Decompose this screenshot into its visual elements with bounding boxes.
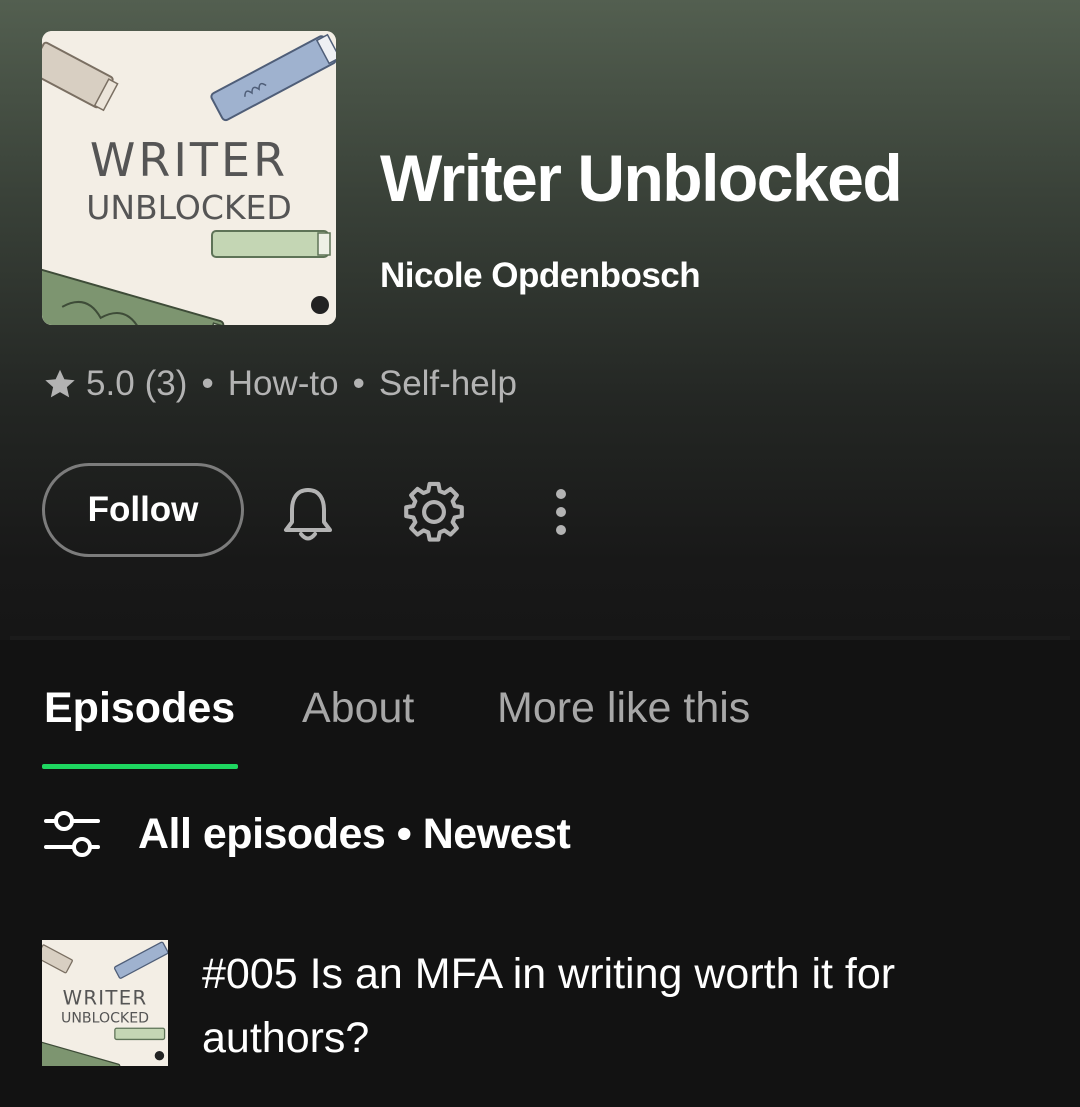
cover-subtitle-text: UNBLOCKED	[86, 188, 292, 227]
cover-title-text: WRITER	[90, 133, 288, 187]
meta-separator: •	[352, 364, 365, 403]
rating-value[interactable]: 5.0	[86, 364, 135, 404]
episode-row[interactable]: WRITER UNBLOCKED #005 Is an MFA in writi…	[42, 940, 1042, 1070]
more-vertical-icon[interactable]	[530, 476, 592, 548]
sliders-icon[interactable]	[42, 807, 102, 861]
meta-separator: •	[201, 364, 214, 403]
bell-icon[interactable]	[272, 478, 344, 550]
content-tabs: Episodes About More like this	[0, 680, 1080, 770]
episode-filter[interactable]: All episodes • Newest	[42, 806, 571, 862]
tab-about[interactable]: About	[302, 680, 414, 736]
filter-label[interactable]: All episodes • Newest	[138, 810, 571, 859]
thumb-title-text: WRITER	[63, 986, 148, 1009]
podcast-title: Writer Unblocked	[380, 141, 903, 215]
tab-more-like-this[interactable]: More like this	[497, 680, 750, 736]
category-self-help[interactable]: Self-help	[379, 364, 517, 404]
rating-count[interactable]: (3)	[145, 364, 188, 404]
header-divider	[10, 636, 1070, 640]
follow-button[interactable]: Follow	[42, 463, 244, 557]
star-icon	[45, 369, 75, 398]
gear-icon[interactable]	[398, 476, 470, 548]
podcast-cover-art: WRITER UNBLOCKED	[42, 31, 336, 325]
episode-title[interactable]: #005 Is an MFA in writing worth it for a…	[202, 942, 1022, 1070]
podcast-meta: 5.0 (3) • How-to • Self-help	[42, 362, 517, 406]
tab-episodes[interactable]: Episodes	[44, 680, 235, 736]
category-how-to[interactable]: How-to	[228, 364, 339, 404]
thumb-subtitle-text: UNBLOCKED	[61, 1010, 149, 1026]
episode-thumbnail: WRITER UNBLOCKED	[42, 940, 168, 1066]
active-tab-indicator	[42, 764, 238, 769]
podcast-author[interactable]: Nicole Opdenbosch	[380, 256, 701, 296]
